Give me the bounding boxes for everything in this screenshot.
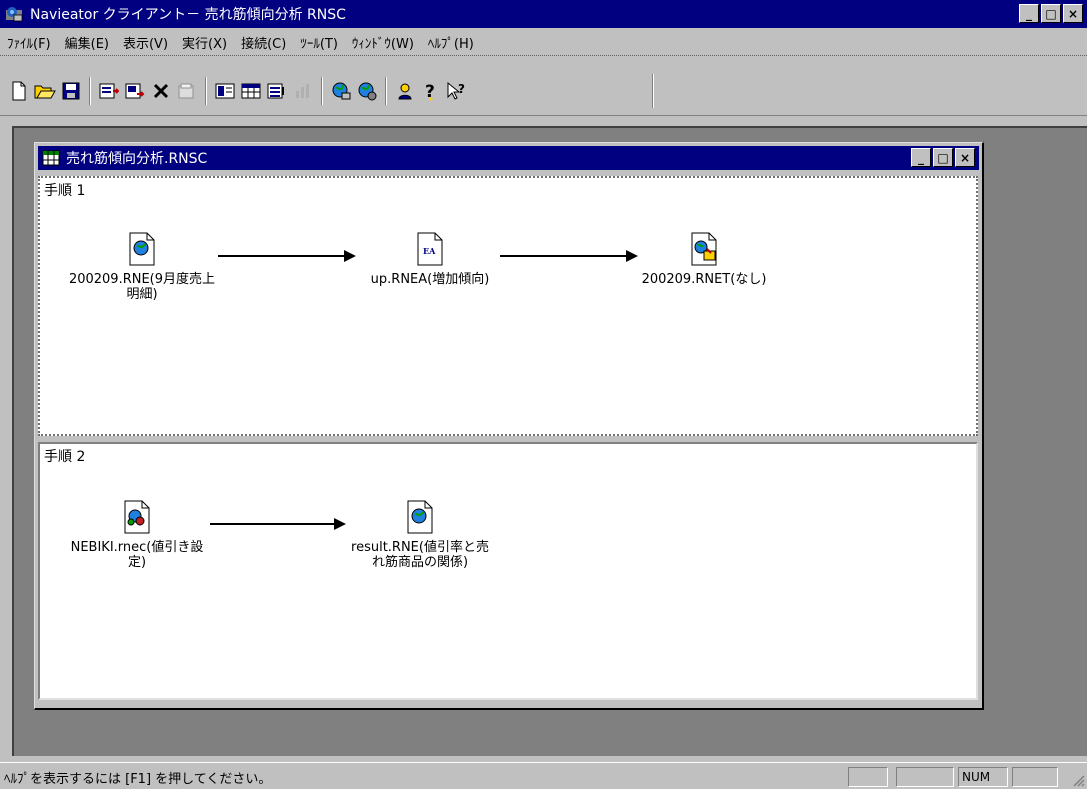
step-1-node-source[interactable]: 200209.RNE(9月度売上 明細)	[42, 232, 242, 302]
export-button[interactable]	[123, 78, 147, 104]
globe-file-icon	[407, 500, 433, 534]
app-title-bar[interactable]: Navieator クライアント－ 売れ筋傾向分析 RNSC _ □ ×	[0, 0, 1087, 28]
step-2-node-result-caption: result.RNE(値引率と売 れ筋商品の関係)	[351, 540, 489, 570]
delete-icon	[153, 83, 169, 98]
document-title-bar[interactable]: 売れ筋傾向分析.RNSC _ □ ×	[38, 146, 979, 170]
document-title: 売れ筋傾向分析.RNSC	[66, 151, 208, 167]
toolbar-separator	[89, 76, 91, 105]
delete-button[interactable]	[149, 78, 173, 104]
open-folder-icon	[34, 85, 56, 98]
properties-icon	[178, 83, 194, 98]
user-icon	[398, 83, 412, 99]
status-panel-scrl	[1012, 767, 1058, 787]
export-icon	[125, 83, 145, 98]
globe-file-icon	[129, 232, 155, 266]
properties-button[interactable]	[175, 78, 199, 104]
step-1-node-source-caption: 200209.RNE(9月度売上 明細)	[68, 272, 216, 302]
app-title: Navieator クライアント－ 売れ筋傾向分析 RNSC	[30, 7, 346, 23]
new-button[interactable]	[7, 78, 31, 104]
settings-file-icon	[124, 500, 150, 534]
step-1-node-analysis[interactable]: EA up.RNEA(増加傾向)	[340, 232, 520, 287]
menu-connect[interactable]: 接続(C)	[234, 33, 293, 52]
step-1-node-analysis-caption: up.RNEA(増加傾向)	[370, 272, 490, 287]
open-button[interactable]	[33, 78, 57, 104]
ea-file-icon: EA	[417, 232, 443, 266]
mdi-workspace: 売れ筋傾向分析.RNSC _ □ × 手順 1 200209.RNE(9月度売上…	[12, 126, 1087, 756]
network-settings-icon	[358, 82, 377, 100]
navieator-app-icon	[6, 7, 23, 22]
chart-button[interactable]	[291, 78, 315, 104]
network-settings-button[interactable]	[355, 78, 379, 104]
network-icon	[332, 82, 351, 99]
flow-arrow-icon	[218, 250, 356, 262]
menu-file[interactable]: ﾌｧｲﾙ(F)	[0, 33, 58, 52]
svg-text:EA: EA	[423, 246, 436, 256]
document-window[interactable]: 売れ筋傾向分析.RNSC _ □ × 手順 1 200209.RNE(9月度売上…	[34, 142, 984, 710]
columns-icon	[267, 83, 284, 98]
close-button[interactable]: ×	[1063, 4, 1083, 23]
document-caption-buttons: _ □ ×	[911, 148, 975, 167]
new-icon	[12, 81, 26, 100]
status-panel-ovr	[896, 767, 954, 787]
columns-button[interactable]	[265, 78, 289, 104]
toolbar: ? ?	[0, 66, 1087, 116]
menu-edit[interactable]: 編集(E)	[58, 33, 116, 52]
maximize-button[interactable]: □	[1041, 4, 1061, 23]
import-button[interactable]	[97, 78, 121, 104]
status-panel-num: NUM	[958, 767, 1008, 787]
minimize-button[interactable]: _	[1019, 4, 1039, 23]
step-2-node-result[interactable]: result.RNE(値引率と売 れ筋商品の関係)	[320, 500, 520, 570]
layout-icon	[215, 83, 235, 98]
status-panel-cap	[848, 767, 888, 787]
network-button[interactable]	[329, 78, 353, 104]
menu-run[interactable]: 実行(X)	[175, 33, 234, 52]
globe-export-file-icon	[691, 232, 717, 266]
document-maximize-button[interactable]: □	[933, 148, 953, 167]
toolbar-separator	[205, 76, 207, 105]
help-button[interactable]: ?	[419, 78, 443, 104]
context-help-icon: ?	[447, 81, 465, 100]
resize-grip-icon[interactable]	[1071, 773, 1085, 787]
import-icon	[99, 83, 119, 98]
save-icon	[62, 82, 80, 99]
status-bar: ﾍﾙﾌﾟを表示するには [F1] を押してください。 NUM	[0, 762, 1087, 789]
table-icon	[241, 83, 261, 98]
step-2-node-settings[interactable]: NEBIKI.rnec(値引き設 定)	[42, 500, 232, 570]
menu-view[interactable]: 表示(V)	[116, 33, 175, 52]
document-close-button[interactable]: ×	[955, 148, 975, 167]
table-button[interactable]	[239, 78, 263, 104]
scenario-doc-icon	[42, 150, 60, 166]
menu-tools[interactable]: ﾂｰﾙ(T)	[293, 33, 345, 52]
chart-icon	[296, 83, 309, 98]
user-button[interactable]	[393, 78, 417, 104]
toolbar-separator	[385, 76, 387, 105]
step-2-node-settings-caption: NEBIKI.rnec(値引き設 定)	[70, 540, 204, 570]
step-1-label: 手順 1	[44, 183, 86, 199]
app-caption-buttons: _ □ ×	[1019, 4, 1083, 23]
step-1-node-output-caption: 200209.RNET(なし)	[641, 272, 767, 287]
svg-text:?: ?	[458, 82, 465, 96]
save-button[interactable]	[59, 78, 83, 104]
step-2-pane[interactable]: 手順 2 NEBIKI.rnec(値引き設 定) result.RNE(値引率と…	[38, 442, 978, 700]
step-1-pane[interactable]: 手順 1 200209.RNE(9月度売上 明細) EA up.RNEA(増加傾…	[38, 176, 978, 436]
menu-window[interactable]: ｳｨﾝﾄﾞｳ(W)	[345, 33, 421, 52]
layout-button[interactable]	[213, 78, 237, 104]
step-1-node-output[interactable]: 200209.RNET(なし)	[614, 232, 794, 287]
document-minimize-button[interactable]: _	[911, 148, 931, 167]
step-2-label: 手順 2	[44, 449, 86, 465]
menu-bar: ﾌｧｲﾙ(F) 編集(E) 表示(V) 実行(X) 接続(C) ﾂｰﾙ(T) ｳ…	[0, 30, 1087, 56]
menu-help[interactable]: ﾍﾙﾌﾟ(H)	[421, 33, 481, 52]
help-icon: ?	[425, 82, 435, 101]
toolbar-end-divider	[652, 74, 654, 108]
toolbar-separator	[321, 76, 323, 105]
context-help-button[interactable]: ?	[445, 78, 469, 104]
status-message: ﾍﾙﾌﾟを表示するには [F1] を押してください。	[4, 772, 272, 787]
